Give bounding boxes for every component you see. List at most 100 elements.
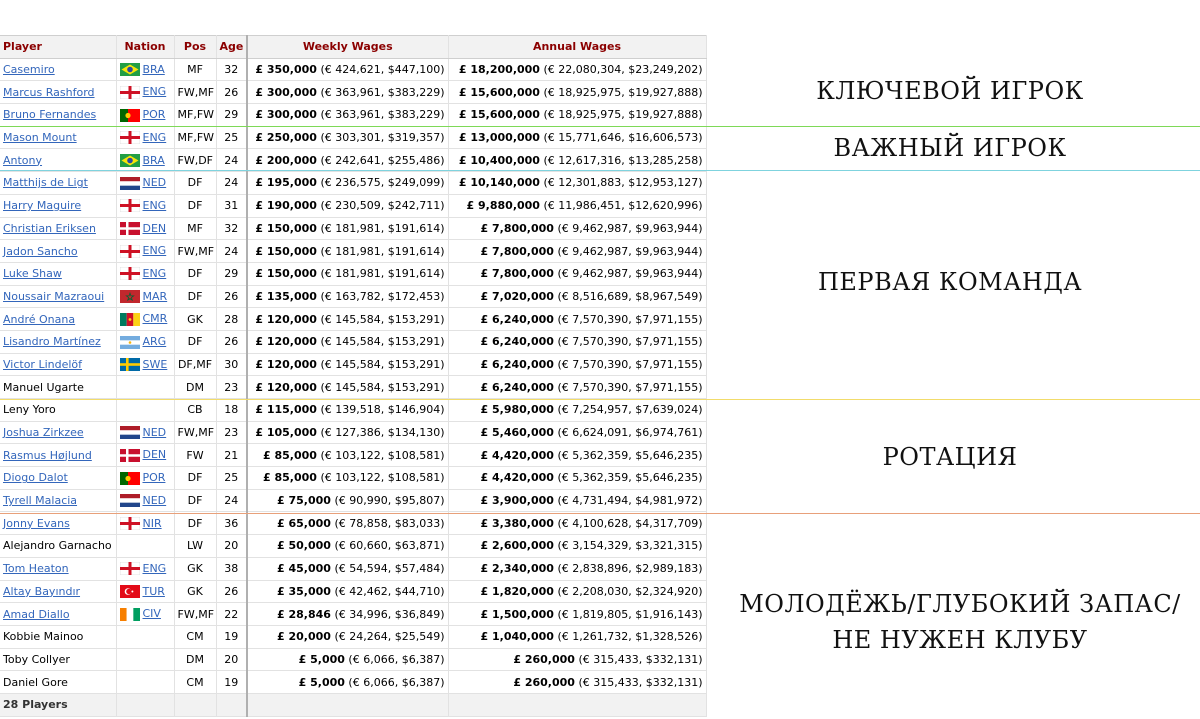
header-weekly-wages[interactable]: Weekly Wages (246, 35, 449, 59)
player-link[interactable]: Noussair Mazraoui (3, 290, 104, 303)
table-row: Daniel Gore CM 19 £ 5,000 (€ 6,066, $6,387)… (0, 670, 707, 694)
cell-nation: CMR (116, 307, 175, 331)
england-flag-icon (119, 562, 140, 576)
nation-link[interactable]: ENG (143, 131, 167, 144)
player-link[interactable]: Bruno Fernandes (3, 108, 96, 121)
player-link[interactable]: Harry Maguire (3, 199, 81, 212)
northern-ireland-flag-icon (119, 517, 140, 531)
cell-weekly-wage: £ 115,000 (€ 139,518, $146,904) (246, 398, 449, 422)
cell-age: 29 (216, 103, 248, 127)
nation-link[interactable]: NED (143, 494, 167, 507)
weekly-gbp: £ 28,846 (277, 607, 331, 621)
nation-link[interactable]: ENG (143, 562, 167, 575)
annual-gbp: £ 6,240,000 (480, 380, 554, 394)
nation-link[interactable]: BRA (143, 154, 165, 167)
cell-annual-wage: £ 1,040,000 (€ 1,261,732, $1,328,526) (448, 625, 707, 649)
nation-link[interactable]: MAR (143, 290, 168, 303)
cell-weekly-wage: £ 150,000 (€ 181,981, $191,614) (246, 217, 449, 241)
weekly-converted: (€ 181,981, $191,614) (316, 221, 445, 235)
cell-position: MF (174, 58, 217, 82)
cell-weekly-wage: £ 85,000 (€ 103,122, $108,581) (246, 443, 449, 468)
weekly-gbp: £ 85,000 (263, 448, 317, 462)
cell-nation: ENG (116, 80, 175, 105)
table-row: Rasmus Højlund DEN FW 21 £ 85,000 (€ 103,122… (0, 443, 707, 468)
player-link[interactable]: Lisandro Martínez (3, 335, 101, 348)
player-link[interactable]: Tyrell Malacia (3, 494, 77, 507)
player-link[interactable]: Mason Mount (3, 131, 77, 144)
player-link[interactable]: Luke Shaw (3, 267, 62, 280)
cell-player: Jadon Sancho (0, 239, 117, 263)
player-link[interactable]: Christian Eriksen (3, 222, 96, 235)
player-link[interactable]: Antony (3, 154, 42, 167)
cell-age: 24 (216, 239, 248, 263)
player-link[interactable]: Jonny Evans (3, 517, 70, 530)
nation-link[interactable]: NIR (143, 517, 162, 530)
player-link[interactable]: Casemiro (3, 63, 55, 76)
nation-link[interactable]: ENG (143, 199, 167, 212)
header-nation[interactable]: Nation (116, 35, 175, 59)
nation-link[interactable]: ENG (143, 244, 167, 257)
table-row: André Onana CMR GK 28 £ 120,000 (€ 145,584, … (0, 307, 707, 331)
cell-player: Antony (0, 148, 117, 173)
player-link[interactable]: André Onana (3, 313, 75, 326)
nation-link[interactable]: ENG (143, 267, 167, 280)
player-link[interactable]: Diogo Dalot (3, 471, 68, 484)
cell-age: 24 (216, 489, 248, 513)
nation-link[interactable]: CIV (143, 607, 161, 620)
nation-link[interactable]: BRA (143, 63, 165, 76)
header-annual-wages[interactable]: Annual Wages (448, 35, 707, 59)
table-row: Toby Collyer DM 20 £ 5,000 (€ 6,066, $6,387… (0, 648, 707, 672)
cell-age: 28 (216, 307, 248, 331)
cell-player: Marcus Rashford (0, 80, 117, 105)
table-row: Harry Maguire ENG DF 31 £ 190,000 (€ 230,509… (0, 194, 707, 218)
cameroon-flag-icon (119, 312, 140, 326)
nation-link[interactable]: ARG (143, 335, 167, 348)
cell-annual-wage: £ 15,600,000 (€ 18,925,975, $19,927,888) (448, 80, 707, 105)
header-age[interactable]: Age (216, 35, 248, 59)
weekly-converted: (€ 230,509, $242,711) (316, 199, 445, 213)
player-link[interactable]: Rasmus Højlund (3, 449, 92, 462)
nation-link[interactable]: CMR (143, 312, 168, 325)
nation-link[interactable]: DEN (143, 448, 167, 461)
nation-link[interactable]: ENG (143, 85, 167, 98)
weekly-gbp: £ 120,000 (255, 357, 317, 371)
player-link[interactable]: Matthijs de Ligt (3, 176, 88, 189)
cell-annual-wage: £ 4,420,000 (€ 5,362,359, $5,646,235) (448, 466, 707, 490)
nation-link[interactable]: NED (143, 426, 167, 439)
table-row: Victor Lindelöf SWE DF,MF 30 £ 120,000 (€ 14… (0, 353, 707, 377)
player-link[interactable]: Marcus Rashford (3, 86, 95, 99)
cell-age: 25 (216, 466, 248, 490)
header-pos[interactable]: Pos (174, 35, 217, 59)
player-link[interactable]: Amad Diallo (3, 608, 70, 621)
weekly-gbp: £ 300,000 (255, 108, 317, 122)
cell-position: DF (174, 285, 217, 309)
weekly-gbp: £ 150,000 (255, 267, 317, 281)
player-link[interactable]: Joshua Zirkzee (3, 426, 84, 439)
cell-player: Amad Diallo (0, 602, 117, 626)
player-link[interactable]: Jadon Sancho (3, 245, 78, 258)
cell-weekly-wage: £ 150,000 (€ 181,981, $191,614) (246, 262, 449, 286)
cell-weekly-wage: £ 120,000 (€ 145,584, $153,291) (246, 353, 449, 377)
cell-position: FW,MF (174, 602, 217, 626)
weekly-converted: (€ 145,584, $153,291) (316, 312, 445, 326)
player-link[interactable]: Victor Lindelöf (3, 358, 82, 371)
table-row: Bruno Fernandes POR MF,FW 29 £ 300,000 (€ 36… (0, 103, 707, 127)
nation-link[interactable]: NED (143, 176, 167, 189)
cell-nation (116, 670, 175, 694)
weekly-gbp: £ 300,000 (255, 85, 317, 99)
nation-link[interactable]: TUR (143, 585, 165, 598)
player-link[interactable]: Tom Heaton (3, 562, 69, 575)
cell-weekly-wage: £ 65,000 (€ 78,858, $83,033) (246, 511, 449, 536)
nation-link[interactable]: POR (143, 108, 166, 121)
cell-nation: NIR (116, 511, 175, 536)
nation-link[interactable]: SWE (143, 358, 168, 371)
weekly-converted: (€ 34,996, $36,849) (330, 607, 445, 621)
nation-link[interactable]: POR (143, 471, 166, 484)
player-link[interactable]: Altay Bayındır (3, 585, 80, 598)
cell-weekly-wage: £ 120,000 (€ 145,584, $153,291) (246, 307, 449, 331)
england-flag-icon (119, 131, 140, 145)
table-row: Amad Diallo CIV FW,MF 22 £ 28,846 (€ 34,996,… (0, 602, 707, 626)
header-player[interactable]: Player (0, 35, 117, 59)
nation-link[interactable]: DEN (143, 222, 167, 235)
weekly-converted: (€ 24,264, $25,549) (330, 630, 445, 644)
